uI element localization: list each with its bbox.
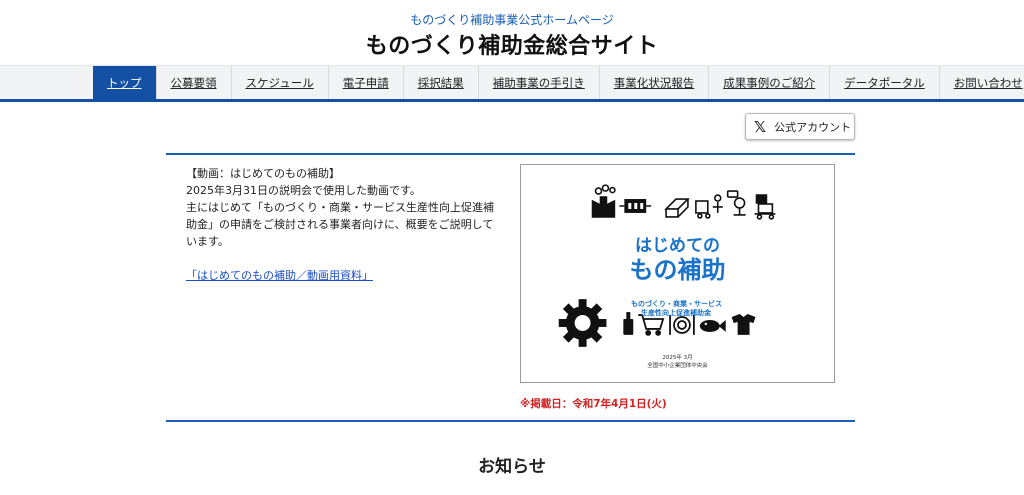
nav-item-e-application[interactable]: 電子申請 [329, 66, 404, 99]
nav-underline [0, 99, 1024, 102]
delivery-icon [695, 194, 723, 219]
machine-icon [619, 199, 652, 213]
nav-item-status-report[interactable]: 事業化状況報告 [600, 66, 710, 99]
posted-date: ※掲載日：令和7年4月1日(火) [520, 398, 667, 410]
tshirt-icon [731, 314, 756, 335]
site-title[interactable]: ものづくり補助金総合サイト [0, 28, 1024, 60]
thumbnail-date: 2025年 3月 [662, 355, 693, 361]
thumbnail-organization: 全国中小企業団体中央会 [647, 363, 708, 369]
industry-icons [591, 184, 776, 220]
fish-icon [699, 320, 726, 332]
section-divider-top [166, 153, 855, 155]
thumbnail-subtitle-line2: 生産性向上促進補助金 [641, 309, 711, 317]
bottle-icon [623, 312, 634, 335]
box-icon [664, 198, 690, 218]
x-logo-icon: 𝕏 [754, 117, 767, 136]
nav-item-results[interactable]: 採択結果 [404, 66, 479, 99]
trolley-icon [754, 194, 776, 220]
nav-item-case-studies[interactable]: 成果事例のご紹介 [709, 66, 831, 99]
shopping-cart-icon [638, 314, 665, 336]
news-heading: お知らせ [478, 457, 546, 477]
factory-icon [591, 184, 616, 218]
video-desc-line2: 主にはじめて「ものづくり・商業・サービス生産性向上促進補助金」の申請をご検討され… [186, 201, 494, 248]
robot-icon [726, 190, 746, 216]
nav-item-guidelines[interactable]: 公募要領 [157, 66, 232, 99]
section-divider-bottom [166, 420, 855, 422]
dining-icon [669, 315, 695, 335]
site-subtitle: ものづくり補助事業公式ホームページ [410, 13, 614, 27]
site-header: ものづくり補助事業公式ホームページ ものづくり補助金総合サイト [0, 0, 1024, 65]
video-desc-line1: 2025年3月31日の説明会で使用した動画です。 [186, 184, 421, 197]
nav-item-handbook[interactable]: 補助事業の手引き [479, 66, 600, 99]
nav-item-contact[interactable]: お問い合わせ [940, 66, 1024, 99]
thumbnail-title-line2: もの補助 [629, 256, 726, 284]
nav-item-data-portal[interactable]: データポータル [830, 66, 940, 99]
main-nav: トップ 公募要領 スケジュール 電子申請 採択結果 補助事業の手引き 事業化状況… [0, 65, 1024, 102]
gear-icon [558, 299, 607, 347]
x-button-label: 公式アカウント [774, 120, 852, 134]
nav-item-schedule[interactable]: スケジュール [232, 66, 329, 99]
video-heading: 【動画：はじめてのもの補助】 [186, 167, 340, 180]
x-official-account-button[interactable]: 𝕏 公式アカウント [745, 113, 855, 140]
video-description: 【動画：はじめてのもの補助】 2025年3月31日の説明会で使用した動画です。 … [186, 165, 504, 284]
nav-item-top[interactable]: トップ [93, 66, 157, 99]
video-materials-link[interactable]: 「はじめてのもの補助／動画用資料」 [186, 267, 373, 284]
video-thumbnail[interactable]: はじめての もの補助 ものづくり・商業・サービス 生産性向上促進補助金 2025… [520, 164, 835, 383]
